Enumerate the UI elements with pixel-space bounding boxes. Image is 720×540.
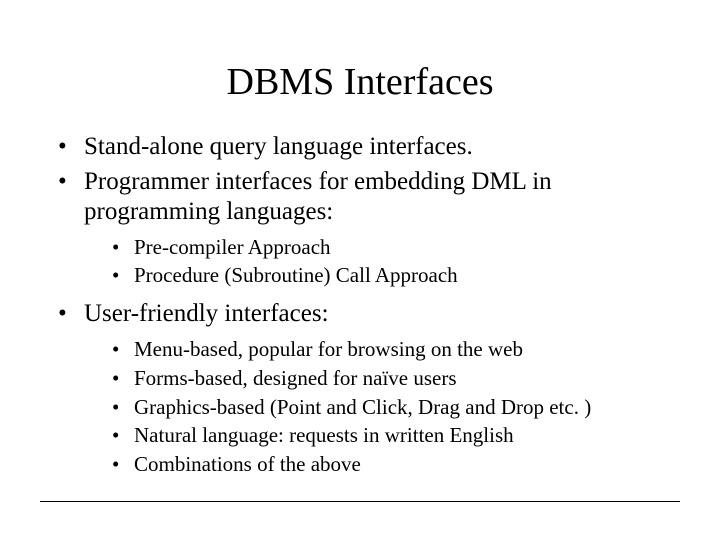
- bullet-item: Stand-alone query language interfaces.: [58, 132, 680, 163]
- sub-bullet-text: Menu-based, popular for browsing on the …: [134, 337, 523, 361]
- bullet-item: User-friendly interfaces: Menu-based, po…: [58, 299, 680, 478]
- bullet-text: User-friendly interfaces:: [84, 300, 329, 327]
- sub-bullet-item: Pre-compiler Approach: [112, 234, 680, 261]
- sub-bullet-list: Pre-compiler Approach Procedure (Subrout…: [112, 234, 680, 290]
- sub-bullet-item: Menu-based, popular for browsing on the …: [112, 336, 680, 363]
- bullet-text: Stand-alone query language interfaces.: [84, 133, 473, 160]
- bullet-text: Programmer interfaces for embedding DML …: [84, 168, 552, 226]
- sub-bullet-text: Combinations of the above: [134, 452, 361, 476]
- divider: [40, 501, 680, 502]
- sub-bullet-text: Natural language: requests in written En…: [134, 423, 514, 447]
- sub-bullet-item: Combinations of the above: [112, 451, 680, 478]
- sub-bullet-text: Forms-based, designed for naïve users: [134, 366, 457, 390]
- bullet-list: Stand-alone query language interfaces. P…: [58, 132, 680, 478]
- slide: DBMS Interfaces Stand-alone query langua…: [0, 0, 720, 540]
- sub-bullet-text: Procedure (Subroutine) Call Approach: [134, 263, 458, 287]
- sub-bullet-text: Pre-compiler Approach: [134, 235, 331, 259]
- sub-bullet-item: Procedure (Subroutine) Call Approach: [112, 262, 680, 289]
- sub-bullet-list: Menu-based, popular for browsing on the …: [112, 336, 680, 478]
- bullet-item: Programmer interfaces for embedding DML …: [58, 167, 680, 290]
- sub-bullet-item: Graphics-based (Point and Click, Drag an…: [112, 394, 680, 421]
- sub-bullet-item: Natural language: requests in written En…: [112, 422, 680, 449]
- sub-bullet-item: Forms-based, designed for naïve users: [112, 365, 680, 392]
- slide-title: DBMS Interfaces: [40, 60, 680, 104]
- sub-bullet-text: Graphics-based (Point and Click, Drag an…: [134, 395, 591, 419]
